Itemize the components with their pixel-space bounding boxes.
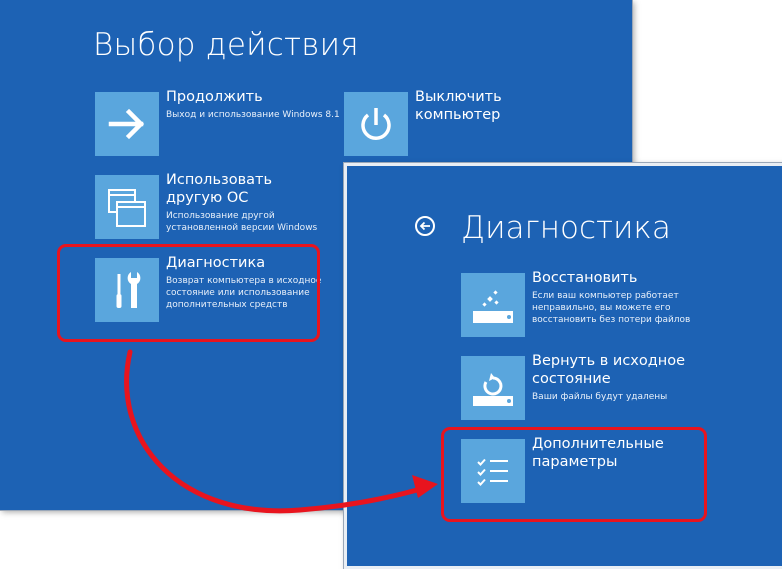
power-icon [344,92,408,156]
back-arrow-icon[interactable] [415,216,435,236]
reset-icon [461,356,525,420]
page-title: Выбор действия [93,27,359,63]
refresh-sparkle-icon [461,273,525,337]
tile-label: Вернуть в исходное состояние [532,353,686,387]
tile-desc: Ваши файлы будут удалены [532,392,668,402]
windows-stack-icon [95,175,159,239]
tile-desc: Если ваш компьютер работает неправильно,… [532,291,691,325]
page-title: Диагностика [461,210,671,246]
advanced-options-highlight [441,427,707,522]
diagnostics-highlight [57,244,320,342]
tile-label: Выключить компьютер [415,89,502,123]
tile-label: Восстановить [532,270,638,286]
arrow-right-icon [95,92,159,156]
